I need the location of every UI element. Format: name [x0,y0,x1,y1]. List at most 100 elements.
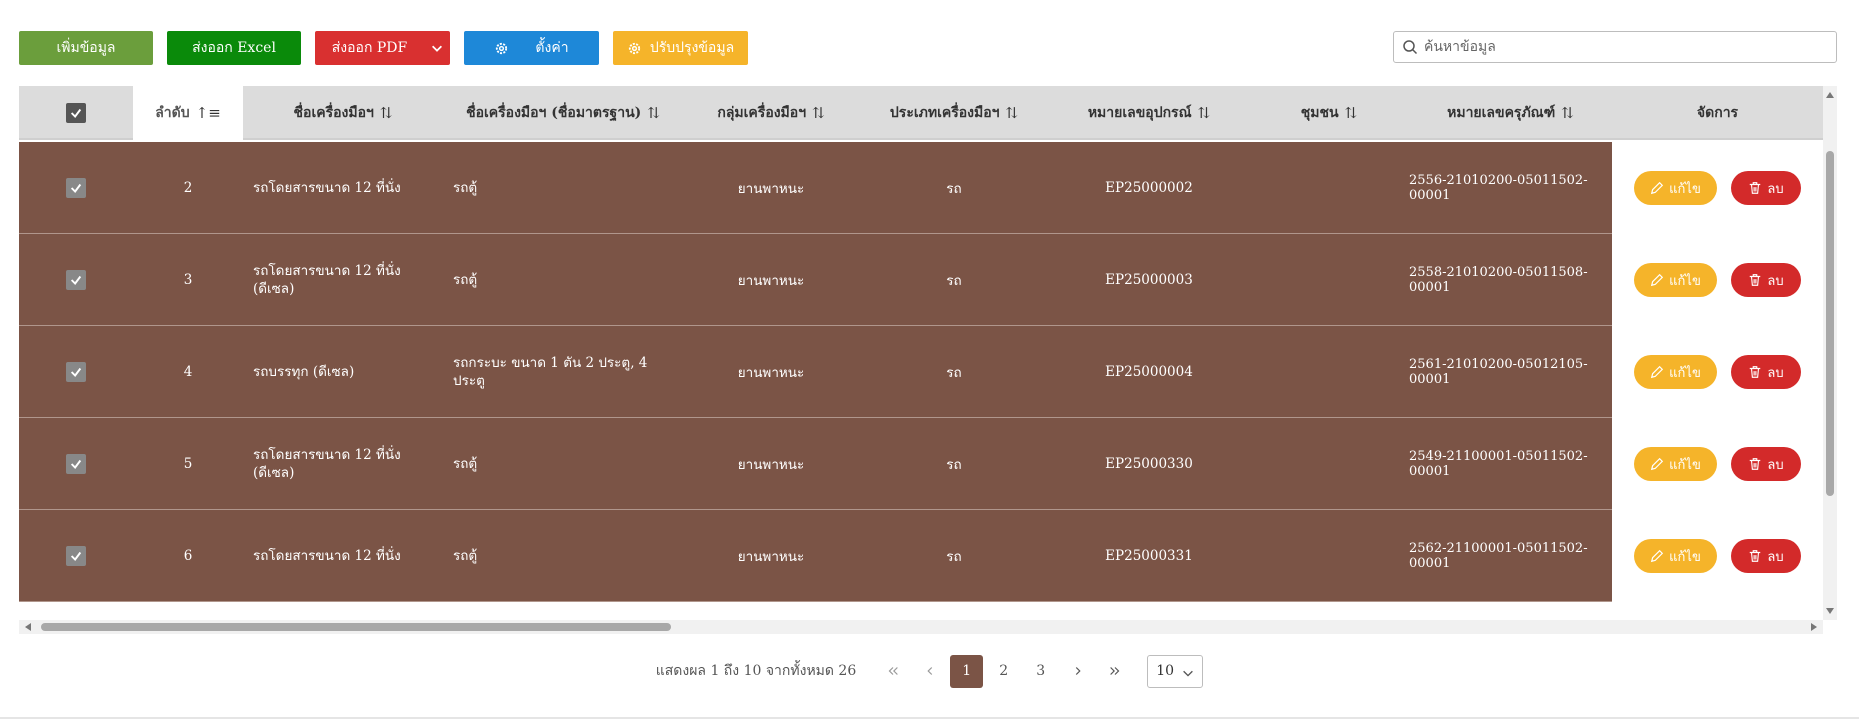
header-std-name[interactable]: ชื่อเครื่องมือฯ (ชื่อมาตรฐาน) ⇅ [443,86,683,140]
header-type[interactable]: ประเภทเครื่องมือฯ ⇅ [859,86,1049,140]
chevron-down-icon [1183,670,1194,677]
table-header: ลำดับ ↑≡ ชื่อเครื่องมือฯ ⇅ ชื่อเครื่องมือฯ… [19,86,1823,140]
table-row[interactable]: 5 รถโดยสารขนาด 12 ที่นั่ง (ดีเซล) รถตู้ ยาน… [19,418,1823,510]
settings-button[interactable]: ตั้งค่า [464,31,599,65]
row-checkbox[interactable] [66,454,86,474]
scroll-left-arrow[interactable] [25,623,31,631]
header-equip-no-label: หมายเลขอุปกรณ์ [1087,105,1192,121]
export-excel-button[interactable]: ส่งออก Excel [167,31,301,65]
table-row[interactable]: 3 รถโดยสารขนาด 12 ที่นั่ง (ดีเซล) รถตู้ ยาน… [19,234,1823,326]
sort-icon: ⇅ [1344,104,1358,122]
row-cells: 3 รถโดยสารขนาด 12 ที่นั่ง (ดีเซล) รถตู้ ยาน… [19,234,1612,326]
header-equip-no[interactable]: หมายเลขอุปกรณ์ ⇅ [1049,86,1249,140]
cell-equip-no: EP25000003 [1105,272,1193,288]
select-all-checkbox[interactable] [66,103,86,123]
row-cells: 5 รถโดยสารขนาด 12 ที่นั่ง (ดีเซล) รถตู้ ยาน… [19,418,1612,510]
header-community[interactable]: ชุมชน ⇅ [1249,86,1409,140]
scroll-up-arrow[interactable] [1826,92,1834,98]
horizontal-scrollbar[interactable] [19,620,1823,634]
check-icon [70,551,82,561]
page-size-select[interactable]: 10 [1147,654,1204,688]
page-2-button[interactable]: 2 [987,655,1020,688]
cell-name: รถโดยสารขนาด 12 ที่นั่ง [253,180,401,196]
table-row[interactable]: 2 รถโดยสารขนาด 12 ที่นั่ง รถตู้ ยานพาหนะ รถ E… [19,142,1823,234]
chevron-right-icon [1075,667,1081,675]
header-type-label: ประเภทเครื่องมือฯ [889,105,1000,121]
cell-community [1249,234,1409,326]
row-actions: แก้ไข ลบ [1612,510,1823,602]
header-select-all [19,86,133,140]
cell-asset-no: 2562-21100001-05011502-00001 [1409,541,1588,571]
sort-icon: ⇅ [379,104,393,122]
gear-icon [496,42,508,54]
chevron-down-icon[interactable] [424,31,450,65]
edit-button[interactable]: แก้ไข [1634,355,1717,389]
table-row[interactable]: 6 รถโดยสารขนาด 12 ที่นั่ง รถตู้ ยานพาหนะ รถ E… [19,510,1823,602]
row-cells: 4 รถบรรทุก (ดีเซล) รถกระบะ ขนาด 1 ตัน 2 ปร… [19,326,1612,418]
trash-icon [1750,366,1761,378]
delete-label: ลบ [1767,273,1784,289]
cell-group: ยานพาหนะ [737,273,805,289]
cell-order: 3 [183,272,193,288]
delete-button[interactable]: ลบ [1731,263,1801,297]
delete-button[interactable]: ลบ [1731,539,1801,573]
prev-page-button[interactable] [913,655,946,688]
delete-label: ลบ [1767,365,1784,381]
row-checkbox[interactable] [66,546,86,566]
delete-button[interactable]: ลบ [1731,355,1801,389]
update-data-label: ปรับปรุงข้อมูล [649,40,735,56]
search-box [1393,31,1837,63]
row-actions: แก้ไข ลบ [1612,326,1823,418]
pagination-info: แสดงผล 1 ถึง 10 จากทั้งหมด 26 [655,663,857,679]
row-checkbox[interactable] [66,270,86,290]
table-row[interactable]: 4 รถบรรทุก (ดีเซล) รถกระบะ ขนาด 1 ตัน 2 ปร… [19,326,1823,418]
header-name[interactable]: ชื่อเครื่องมือฯ ⇅ [243,86,443,140]
header-community-label: ชุมชน [1300,105,1339,121]
delete-button[interactable]: ลบ [1731,447,1801,481]
header-group[interactable]: กลุ่มเครื่องมือฯ ⇅ [683,86,859,140]
vertical-scrollbar[interactable] [1823,86,1837,620]
page-3-button[interactable]: 3 [1024,655,1057,688]
vertical-scroll-thumb[interactable] [1826,151,1834,496]
cell-order: 2 [183,180,193,196]
cell-community [1249,510,1409,602]
edit-button[interactable]: แก้ไข [1634,171,1717,205]
pagination: แสดงผล 1 ถึง 10 จากทั้งหมด 26 1 2 3 10 [0,654,1859,688]
cell-order: 6 [183,548,193,564]
row-actions: แก้ไข ลบ [1612,418,1823,510]
search-icon [1403,40,1418,55]
edit-button[interactable]: แก้ไข [1634,263,1717,297]
cell-type: รถ [946,457,962,473]
settings-label: ตั้งค่า [535,40,569,56]
add-data-button[interactable]: เพิ่มข้อมูล [19,31,153,65]
export-pdf-button[interactable]: ส่งออก PDF [315,31,450,65]
next-page-button[interactable] [1061,655,1094,688]
header-order[interactable]: ลำดับ ↑≡ [133,86,243,140]
search-input[interactable] [1424,39,1836,55]
scroll-right-arrow[interactable] [1811,623,1817,631]
cell-asset-no: 2549-21100001-05011502-00001 [1409,449,1588,479]
edit-button[interactable]: แก้ไข [1634,447,1717,481]
trash-icon [1750,182,1761,194]
edit-label: แก้ไข [1669,273,1701,289]
check-icon [70,275,82,285]
delete-button[interactable]: ลบ [1731,171,1801,205]
horizontal-scroll-thumb[interactable] [41,623,671,631]
scroll-down-arrow[interactable] [1826,608,1834,614]
page-1-button[interactable]: 1 [950,654,984,688]
cell-std-name: รถตู้ [453,548,478,564]
edit-button[interactable]: แก้ไข [1634,539,1717,573]
last-page-button[interactable] [1098,655,1131,688]
header-asset-no[interactable]: หมายเลขครุภัณฑ์ ⇅ [1409,86,1612,140]
double-chevron-left-icon [888,667,898,675]
cell-equip-no: EP25000004 [1105,364,1193,380]
cell-type: รถ [946,549,962,565]
update-data-button[interactable]: ปรับปรุงข้อมูล [613,31,748,65]
cell-name: รถโดยสารขนาด 12 ที่นั่ง [253,548,401,564]
first-page-button[interactable] [876,655,909,688]
header-asset-no-label: หมายเลขครุภัณฑ์ [1447,105,1556,121]
table-body: 2 รถโดยสารขนาด 12 ที่นั่ง รถตู้ ยานพาหนะ รถ E… [19,142,1823,602]
sort-icon: ⇅ [812,104,825,122]
row-checkbox[interactable] [66,362,86,382]
row-checkbox[interactable] [66,178,86,198]
